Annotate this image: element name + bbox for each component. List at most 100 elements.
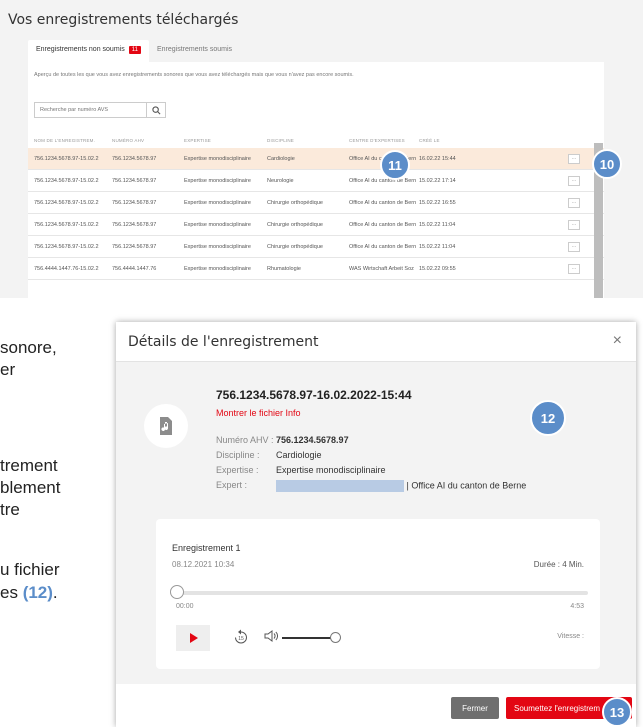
table-cell-expertise: Expertise monodisciplinaire: [184, 265, 251, 272]
progress-knob[interactable]: [170, 585, 184, 599]
table-cell-ahv: 756.1234.5678.97: [112, 199, 157, 206]
tab-description: Aperçu de toutes les que vous avez enreg…: [34, 72, 354, 78]
search-bar: [34, 102, 166, 118]
field-expertise: Expertise : Expertise monodisciplinaire: [216, 465, 386, 475]
table-header: Nom de l'enregistrem. Numéro AHV Experti…: [28, 132, 604, 148]
volume-track[interactable]: [282, 637, 332, 639]
table-cell-expertise: Expertise monodisciplinaire: [184, 155, 251, 162]
col-header: Nom de l'enregistrem.: [34, 137, 96, 143]
info-file-link[interactable]: Montrer le fichier Info: [216, 408, 301, 418]
side-text-line: er: [0, 360, 16, 379]
row-more-button[interactable]: ...: [568, 220, 580, 230]
side-text-suffix: .: [52, 583, 58, 602]
rewind-15-icon[interactable]: 15: [234, 629, 248, 645]
col-header: Créé le: [419, 137, 440, 143]
side-text-line: trement: [0, 456, 58, 475]
tab-unsubmitted[interactable]: Enregistrements non soumis 11: [28, 40, 149, 62]
player-date: 08.12.2021 10:34: [172, 560, 235, 569]
table-cell-discipline: Rhumatologie: [267, 265, 301, 272]
table-cell-discipline: Cardiologie: [267, 155, 295, 162]
col-header: Discipline: [267, 137, 295, 143]
play-button[interactable]: [176, 625, 210, 651]
table-cell-date: 15.02.22 11:04: [419, 221, 456, 228]
callout-10: 10: [592, 149, 622, 179]
file-avatar: [144, 404, 188, 448]
side-text-line: blement: [0, 478, 61, 497]
close-button[interactable]: Fermer: [451, 697, 499, 719]
table-cell-discipline: Chirurgie orthopédique: [267, 221, 323, 228]
play-icon: [189, 633, 198, 643]
table-cell-discipline: Neurologie: [267, 177, 294, 184]
table-cell-centre: Office AI du canton de Bern: [349, 199, 417, 206]
side-text-line: tre: [0, 500, 20, 519]
search-button[interactable]: [146, 102, 166, 118]
close-icon[interactable]: ×: [613, 332, 622, 350]
progress-track[interactable]: [176, 591, 588, 595]
table-cell-ahv: 756.1234.5678.97: [112, 221, 157, 228]
tab-unsubmitted-label: Enregistrements non soumis: [36, 46, 125, 53]
svg-text:15: 15: [238, 636, 244, 642]
recordings-table: Nom de l'enregistrem. Numéro AHV Experti…: [28, 132, 604, 280]
table-row[interactable]: 756.1234.5678.97-15.02.2 756.1234.5678.97…: [28, 236, 604, 258]
panel-title: Vos enregistrements téléchargés: [8, 12, 239, 28]
table-cell-centre: Office AI du canton de Bern: [349, 243, 417, 250]
table-cell-centre: Office AI du canton de Bern: [349, 177, 417, 184]
table-cell-name: 756.1234.5678.97-15.02.2: [34, 177, 99, 184]
player-title: Enregistrement 1: [172, 543, 241, 553]
row-more-button[interactable]: ...: [568, 176, 580, 186]
table-cell-name: 756.4444.1447.76-15.02.2: [34, 265, 99, 272]
table-cell-date: 15.02.22 17:14: [419, 177, 456, 184]
field-label: Discipline :: [216, 450, 260, 460]
field-value-expert: | Office AI du canton de Berne: [276, 480, 526, 492]
table-cell-ahv: 756.1234.5678.97: [112, 243, 157, 250]
field-label: Numéro AHV :: [216, 435, 274, 445]
table-row[interactable]: 756.1234.5678.97-15.02.2 756.1234.5678.97…: [28, 214, 604, 236]
callout-13: 13: [602, 697, 632, 727]
table-cell-centre: Office AI du canton de Bern: [349, 221, 417, 228]
row-more-button[interactable]: ...: [568, 154, 580, 164]
table-cell-expertise: Expertise monodisciplinaire: [184, 199, 251, 206]
volume-knob[interactable]: [330, 632, 341, 643]
tab-submitted[interactable]: Enregistrements soumis: [149, 40, 240, 62]
callout-11: 11: [380, 150, 410, 180]
table-cell-date: 15.02.22 16:55: [419, 199, 456, 206]
time-total: 4:53: [570, 603, 584, 610]
table-cell-date: 15.02.22 11:04: [419, 243, 456, 250]
field-label: Expertise :: [216, 465, 259, 475]
table-cell-date: 15.02.22 09:55: [419, 265, 456, 272]
recording-details-modal: Détails de l'enregistrement × 756.1234.5…: [116, 322, 636, 727]
search-input[interactable]: [34, 102, 146, 118]
table-row[interactable]: 756.1234.5678.97-15.02.2 756.1234.5678.97…: [28, 148, 604, 170]
volume-icon[interactable]: [264, 630, 278, 642]
modal-title: Détails de l'enregistrement: [128, 334, 319, 350]
table-cell-ahv: 756.1234.5678.97: [112, 177, 157, 184]
field-discipline: Discipline : Cardiologie: [216, 450, 322, 460]
table-cell-expertise: Expertise monodisciplinaire: [184, 177, 251, 184]
audio-file-icon: [160, 417, 172, 435]
table-cell-expertise: Expertise monodisciplinaire: [184, 243, 251, 250]
time-current: 00:00: [176, 603, 194, 610]
callout-12: 12: [530, 400, 566, 436]
row-more-button[interactable]: ...: [568, 242, 580, 252]
table-row[interactable]: 756.1234.5678.97-15.02.2 756.1234.5678.97…: [28, 192, 604, 214]
table-cell-name: 756.1234.5678.97-15.02.2: [34, 243, 99, 250]
col-header: Numéro AHV: [112, 137, 145, 143]
table-row[interactable]: 756.4444.1447.76-15.02.2 756.4444.1447.76…: [28, 258, 604, 280]
row-more-button[interactable]: ...: [568, 264, 580, 274]
col-header: Centre d'expertises: [349, 137, 405, 143]
table-cell-discipline: Chirurgie orthopédique: [267, 243, 323, 250]
side-text-line: sonore,: [0, 338, 57, 357]
table-cell-date: 16.02.22 15:44: [419, 155, 456, 162]
table-row[interactable]: 756.1234.5678.97-15.02.2 756.1234.5678.97…: [28, 170, 604, 192]
table-cell-ahv: 756.4444.1447.76: [112, 265, 157, 272]
redacted-expert-name: [276, 480, 404, 492]
tab-content: Aperçu de toutes les que vous avez enreg…: [28, 62, 604, 298]
row-more-button[interactable]: ...: [568, 198, 580, 208]
field-label: Expert :: [216, 480, 248, 490]
table-cell-expertise: Expertise monodisciplinaire: [184, 221, 251, 228]
field-value: Cardiologie: [276, 450, 322, 460]
table-cell-name: 756.1234.5678.97-15.02.2: [34, 221, 99, 228]
recordings-panel: Vos enregistrements téléchargés Enregist…: [0, 0, 643, 298]
table-cell-ahv: 756.1234.5678.97: [112, 155, 157, 162]
tabs: Enregistrements non soumis 11 Enregistrem…: [28, 40, 240, 62]
